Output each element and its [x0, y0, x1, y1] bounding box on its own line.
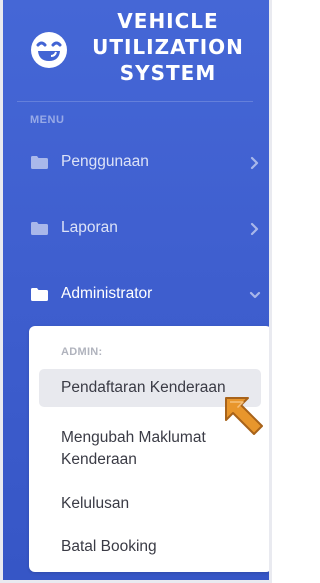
chevron-right-icon [250, 222, 259, 236]
admin-submenu: ADMIN: Pendaftaran Kenderaan Mengubah Ma… [29, 326, 269, 572]
submenu-heading: ADMIN: [61, 346, 103, 358]
nav-item-label: Administrator [61, 285, 153, 302]
submenu-item-batal-booking[interactable]: Batal Booking [39, 528, 261, 566]
submenu-item-kelulusan[interactable]: Kelulusan [39, 485, 261, 523]
chevron-down-icon [249, 291, 261, 299]
laughing-face-icon [31, 32, 67, 68]
nav-item-label: Penggunaan [61, 153, 149, 170]
brand-title-line: VEHICLE [117, 9, 219, 33]
sidebar-brand[interactable]: VEHICLE UTILIZATION SYSTEM [3, 0, 269, 100]
nav-item-laporan[interactable]: Laporan [3, 207, 269, 251]
menu-heading: MENU [30, 114, 65, 126]
brand-title-line: SYSTEM [119, 61, 217, 85]
folder-icon [31, 156, 48, 169]
chevron-right-icon [250, 156, 259, 170]
sidebar-divider [17, 101, 253, 102]
brand-title: VEHICLE UTILIZATION SYSTEM [87, 8, 249, 86]
sidebar: VEHICLE UTILIZATION SYSTEM MENU Pengguna… [0, 0, 272, 583]
brand-title-line: UTILIZATION [92, 35, 244, 59]
folder-icon [31, 288, 48, 301]
folder-icon [31, 222, 48, 235]
nav-item-penggunaan[interactable]: Penggunaan [3, 141, 269, 185]
nav-item-administrator[interactable]: Administrator [3, 273, 269, 317]
nav-item-label: Laporan [61, 219, 118, 236]
pointer-arrow-icon [225, 397, 263, 435]
